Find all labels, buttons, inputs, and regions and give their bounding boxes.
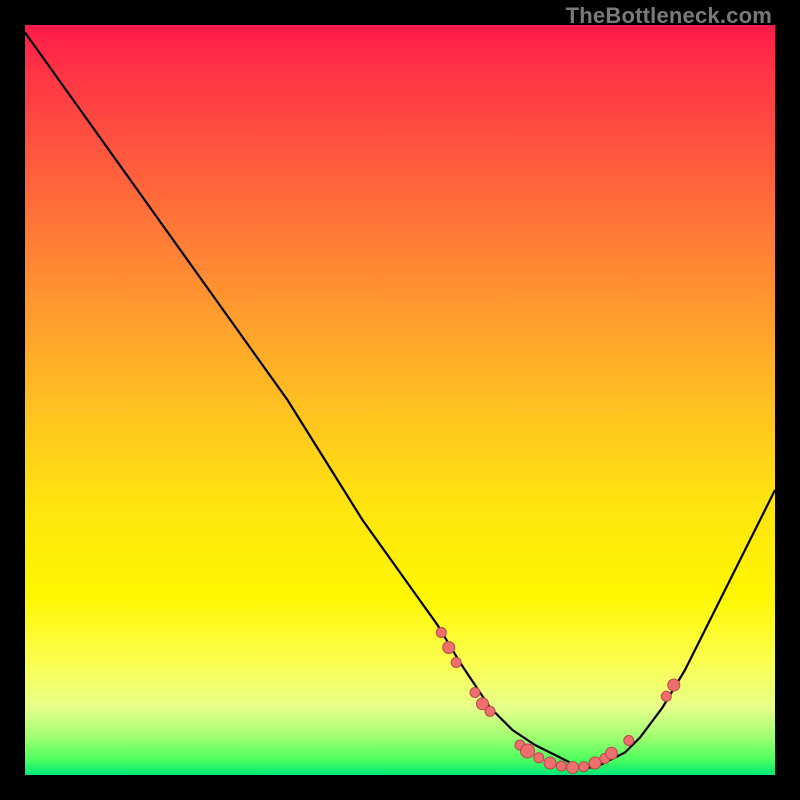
chart-svg — [25, 25, 775, 775]
data-marker — [567, 762, 579, 774]
curve-markers — [436, 628, 680, 774]
data-marker — [436, 628, 446, 638]
data-marker — [521, 744, 535, 758]
data-marker — [579, 762, 589, 772]
bottleneck-curve — [25, 33, 775, 768]
data-marker — [544, 757, 556, 769]
data-marker — [485, 706, 495, 716]
data-marker — [606, 747, 618, 759]
data-marker — [534, 753, 544, 763]
data-marker — [589, 757, 601, 769]
data-marker — [470, 688, 480, 698]
data-marker — [668, 679, 680, 691]
data-marker — [443, 642, 455, 654]
data-marker — [556, 761, 566, 771]
data-marker — [624, 736, 634, 746]
data-marker — [661, 691, 671, 701]
data-marker — [451, 658, 461, 668]
